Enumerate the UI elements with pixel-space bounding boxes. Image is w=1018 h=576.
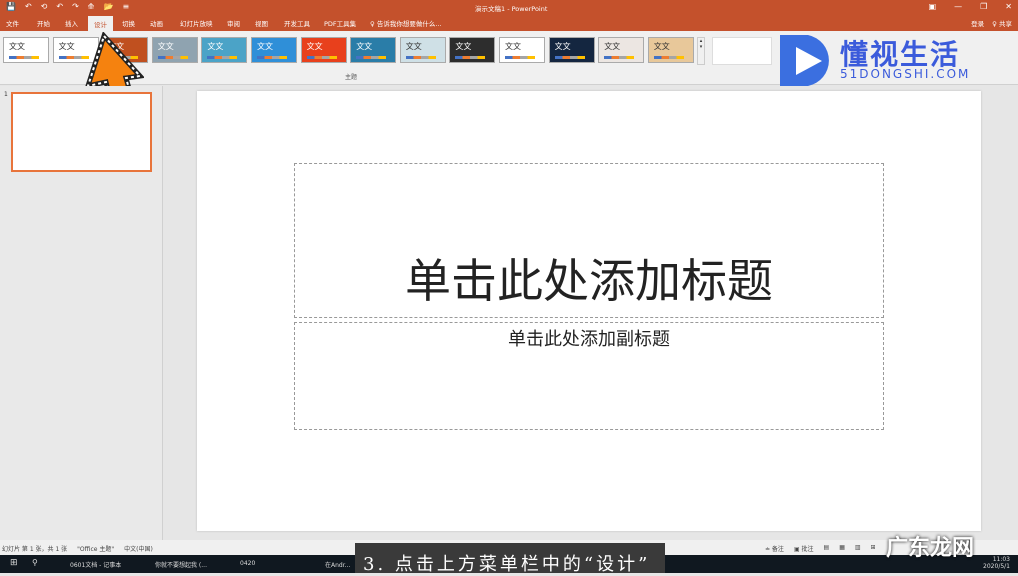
title-bar: 💾 ↶ ⟲ ↶ ↷ ⟰ 📂 ≡ 演示文稿1 - PowerPoint ▣ — ❐… <box>0 0 1018 15</box>
clock[interactable]: 11:03 2020/5/1 <box>983 556 1010 570</box>
date: 2020/5/1 <box>983 563 1010 570</box>
ribbon-display-button[interactable]: ▣ <box>929 2 937 11</box>
tab-design[interactable]: 设计 <box>88 16 113 31</box>
theme-thumbnail[interactable]: 文文 <box>350 37 397 63</box>
theme-thumbnail[interactable]: 文文 <box>251 37 297 63</box>
theme-color-swatch <box>356 56 387 59</box>
theme-color-swatch <box>157 56 188 59</box>
open-icon[interactable]: 📂 <box>103 2 113 11</box>
redo-icon[interactable]: ↷ <box>72 2 79 11</box>
taskbar-android[interactable]: 在Andr... <box>325 560 350 569</box>
theme-label: 文文 <box>9 42 25 51</box>
time: 11:03 <box>992 556 1010 563</box>
gallery-scroll[interactable]: ▴ ▾ <box>697 37 705 65</box>
theme-thumbnail[interactable]: 文文 <box>548 37 595 63</box>
taskbar-notepad[interactable]: 0601文档 - 记事本 <box>70 560 121 569</box>
search-icon[interactable]: ⚲ <box>32 558 38 567</box>
tab-home[interactable]: 开始 <box>37 18 50 28</box>
slide-thumbnail[interactable] <box>11 92 152 172</box>
quick-access-toolbar: 💾 ↶ ⟲ ↶ ↷ ⟰ 📂 ≡ <box>6 2 129 11</box>
logo-watermark: 懂视生活 51DONGSHI.COM <box>778 33 978 88</box>
close-button[interactable]: ✕ <box>1005 2 1012 11</box>
theme-color-swatch <box>653 56 684 59</box>
theme-label: 文文 <box>505 42 521 51</box>
save-icon[interactable]: 💾 <box>6 2 16 11</box>
tutorial-caption: 3. 点击上方菜单栏中的“设计” <box>355 543 665 575</box>
theme-thumbnail[interactable]: 文文 <box>647 37 694 63</box>
theme-label: 文文 <box>257 42 273 51</box>
theme-thumbnail[interactable]: 文文 <box>499 37 545 63</box>
theme-thumbnail[interactable]: 文文 <box>598 37 645 63</box>
theme-label: 文文 <box>306 42 323 51</box>
corner-watermark: 广东龙网 <box>886 536 975 561</box>
tab-file[interactable]: 文件 <box>6 18 19 28</box>
normal-view-button[interactable]: ▤ <box>824 544 830 553</box>
theme-label: 文文 <box>157 42 174 51</box>
title-placeholder[interactable]: 单击此处添加标题 <box>294 163 884 318</box>
theme-thumbnail[interactable]: 文文 <box>300 37 347 63</box>
slideshow-button[interactable]: ⊞ <box>871 544 876 553</box>
undo-icon[interactable]: ↶ <box>56 2 63 11</box>
start-icon[interactable]: ⟰ <box>88 2 95 11</box>
theme-color-swatch <box>257 56 287 59</box>
login-link[interactable]: 登录 <box>971 18 984 28</box>
tab-review[interactable]: 审阅 <box>227 18 240 28</box>
tab-slideshow[interactable]: 幻灯片放映 <box>180 18 213 28</box>
theme-color-swatch <box>9 56 39 59</box>
theme-label: 文文 <box>356 42 373 51</box>
theme-color-swatch <box>455 56 486 59</box>
theme-thumbnail[interactable]: 文文 <box>399 37 446 63</box>
theme-color-swatch <box>207 56 238 59</box>
taskbar-folder[interactable]: 0420 <box>240 560 255 567</box>
theme-label: 文文 <box>58 42 75 51</box>
slide-canvas: 单击此处添加标题 单击此处添加副标题 <box>197 91 981 531</box>
slide-thumbnail-panel: 1 <box>0 86 163 540</box>
repeat-icon[interactable]: ⟲ <box>41 2 48 11</box>
theme-color-swatch <box>505 56 535 59</box>
tell-me-search[interactable]: ♀ 告诉我你想要做什么... <box>370 18 442 28</box>
slide-sorter-button[interactable]: ▦ <box>839 544 845 553</box>
theme-color-swatch <box>604 56 635 59</box>
play-logo-icon <box>780 35 829 86</box>
notes-button[interactable]: ≐ 备注 <box>765 544 784 553</box>
ribbon-tabs: 文件 开始 插入 设计 切换 动画 幻灯片放映 审阅 视图 开发工具 PDF工具… <box>0 15 1018 31</box>
reading-view-button[interactable]: ▥ <box>855 544 861 553</box>
theme-name: "Office 主题" <box>77 546 115 553</box>
start-button[interactable]: ⊞ <box>10 558 18 568</box>
theme-label: 文文 <box>653 42 670 51</box>
theme-label: 文文 <box>405 42 422 51</box>
theme-thumbnail[interactable]: 文文 <box>3 37 49 63</box>
tab-transitions[interactable]: 切换 <box>122 18 135 28</box>
minimize-button[interactable]: — <box>954 2 962 11</box>
group-label-themes: 主题 <box>345 74 358 81</box>
theme-label: 文文 <box>554 42 571 51</box>
theme-color-swatch <box>405 56 436 59</box>
window-title: 演示文稿1 - PowerPoint <box>475 5 548 13</box>
theme-label: 文文 <box>207 42 224 51</box>
subtitle-placeholder[interactable]: 单击此处添加副标题 <box>294 322 884 430</box>
variants-gallery[interactable] <box>712 37 772 65</box>
language[interactable]: 中文(中国) <box>124 544 153 553</box>
theme-thumbnail[interactable]: 文文 <box>151 37 198 63</box>
tab-developer[interactable]: 开发工具 <box>284 18 310 28</box>
theme-label: 文文 <box>604 42 621 51</box>
theme-thumbnail[interactable]: 文文 <box>449 37 496 63</box>
restore-button[interactable]: ❐ <box>980 2 987 11</box>
theme-color-swatch <box>306 56 337 59</box>
share-button[interactable]: ♀ 共享 <box>992 18 1012 28</box>
theme-label: 文文 <box>455 42 472 51</box>
theme-thumbnail[interactable]: 文文 <box>201 37 248 63</box>
undo-icon[interactable]: ↶ <box>25 2 32 11</box>
slide-number: 1 <box>4 91 8 98</box>
comments-button[interactable]: ▣ 批注 <box>794 544 814 553</box>
tab-view[interactable]: 视图 <box>255 18 268 28</box>
tab-pdf-tools[interactable]: PDF工具集 <box>324 18 356 28</box>
tab-animations[interactable]: 动画 <box>150 18 163 28</box>
customize-icon[interactable]: ≡ <box>122 2 129 11</box>
slide-count: 幻灯片 第 1 张，共 1 张 <box>2 546 68 553</box>
taskbar-music[interactable]: 你就不要想起我 (... <box>155 560 207 569</box>
tab-insert[interactable]: 插入 <box>65 18 78 28</box>
theme-color-swatch <box>554 56 585 59</box>
